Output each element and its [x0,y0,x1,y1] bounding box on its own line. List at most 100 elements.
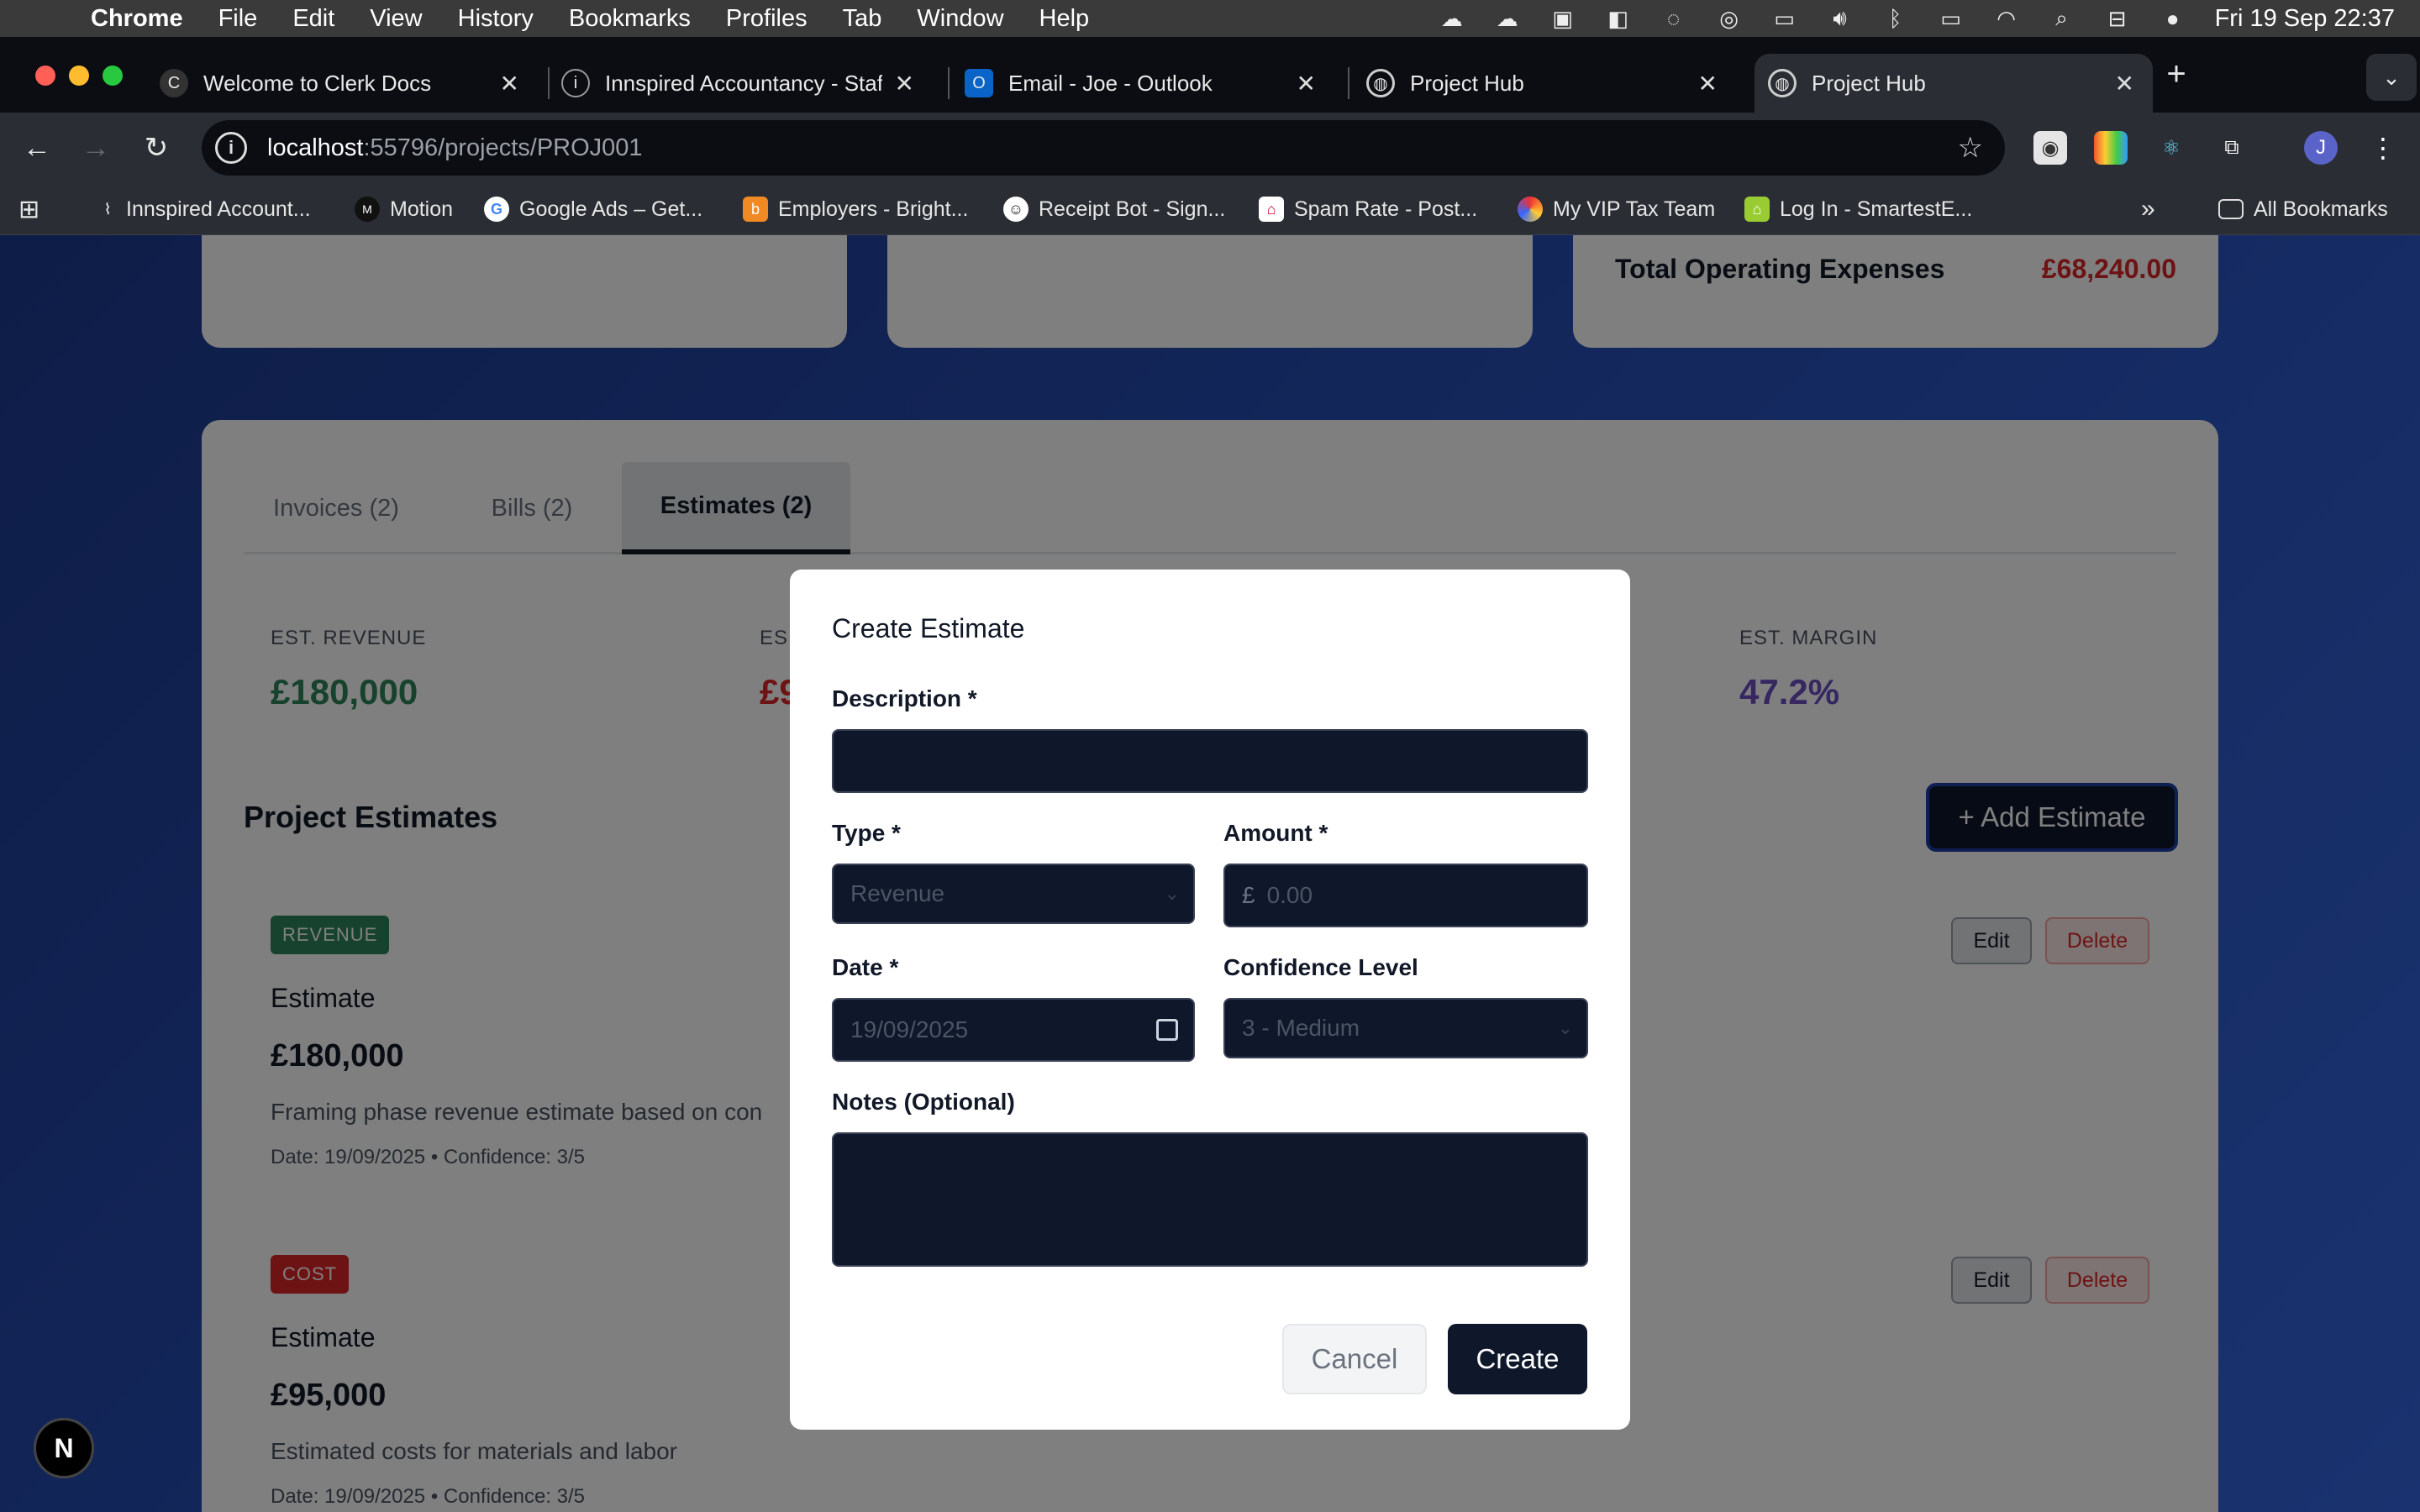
bookmark-label: Spam Rate - Post... [1294,197,1478,221]
cloud-icon[interactable]: ☁ [1439,6,1465,31]
bookmark-employers[interactable]: b Employers - Bright... [743,193,968,225]
currency-prefix: £ [1242,882,1255,908]
menu-tab[interactable]: Tab [843,5,882,33]
teams-icon[interactable]: ◧ [1605,6,1632,31]
menu-history[interactable]: History [458,5,534,33]
folder-icon [2218,199,2244,219]
menu-help[interactable]: Help [1039,5,1090,33]
cloud-alt-icon[interactable]: ☁ [1494,6,1521,31]
maximize-window-button[interactable] [103,66,123,86]
menu-edit[interactable]: Edit [292,5,334,33]
bookmark-receipt-bot[interactable]: ☺ Receipt Bot - Sign... [1003,193,1225,225]
more-bookmarks-icon[interactable]: » [2141,193,2155,225]
bluetooth-icon[interactable]: ᛒ [1882,6,1909,31]
react-devtools-icon[interactable]: ⚛ [2154,131,2188,165]
date-input[interactable]: 19/09/2025 [832,998,1195,1062]
profile-avatar[interactable]: J [2304,131,2338,165]
google-icon: G [484,197,509,222]
cancel-button[interactable]: Cancel [1282,1324,1427,1394]
create-estimate-modal: Create Estimate Description * Type * Rev… [790,570,1630,1430]
tab-outlook[interactable]: O Email - Joe - Outlook ✕ [965,54,1334,113]
close-tab-icon[interactable]: ✕ [2115,70,2134,97]
tab-title: Email - Joe - Outlook [1008,70,1213,96]
menu-clock[interactable]: Fri 19 Sep 22:37 [2215,5,2395,33]
tab-innspired[interactable]: i Innspired Accountancy - Staff ✕ [561,54,933,113]
confidence-select[interactable]: 3 - Medium ⌄ [1223,998,1588,1058]
url-path: :55796/projects/PROJ001 [363,134,643,161]
confidence-value: 3 - Medium [1242,1015,1360,1041]
amount-input[interactable]: £ 0.00 [1223,864,1588,927]
notes-textarea[interactable] [832,1132,1588,1267]
tab-divider [548,67,550,99]
extension-icon-2[interactable] [2094,131,2128,165]
close-tab-icon[interactable]: ✕ [500,70,519,97]
type-select[interactable]: Revenue ⌄ [832,864,1195,924]
loader-icon[interactable]: ◌ [1660,6,1687,31]
menu-window[interactable]: Window [917,5,1003,33]
bed-icon[interactable]: ▭ [1771,6,1798,31]
close-tab-icon[interactable]: ✕ [895,70,914,97]
office-icon[interactable]: ▣ [1549,6,1576,31]
all-bookmarks[interactable]: All Bookmarks [2218,193,2388,225]
bookmark-google-ads[interactable]: G Google Ads – Get... [484,193,702,225]
all-bookmarks-label: All Bookmarks [2254,197,2388,221]
address-url[interactable]: localhost:55796/projects/PROJ001 [267,134,643,162]
minimize-window-button[interactable] [69,66,89,86]
bookmark-spam-rate[interactable]: ⌂ Spam Rate - Post... [1259,193,1477,225]
smartest-icon: ⌂ [1744,197,1770,222]
notes-label: Notes (Optional) [832,1089,1015,1115]
nextjs-dev-indicator[interactable]: N [34,1418,94,1478]
tab-project-hub[interactable]: ◍ Project Hub ✕ [1366,54,1736,113]
amount-placeholder: 0.00 [1266,882,1313,908]
menu-view[interactable]: View [370,5,422,33]
close-window-button[interactable] [35,66,55,86]
battery-icon[interactable]: ▭ [1938,6,1965,31]
bookmark-star-icon[interactable]: ☆ [1958,131,1983,165]
extensions-puzzle-icon[interactable]: ⧉ [2215,131,2249,165]
extension-icon-1[interactable]: ◉ [2033,131,2067,165]
menu-app-name[interactable]: Chrome [91,5,183,33]
type-label: Type * [832,820,901,846]
bookmark-label: Receipt Bot - Sign... [1039,197,1226,221]
macos-menu-bar: Chrome File Edit View History Bookmarks … [0,0,2420,37]
more-menu-icon[interactable]: ⋮ [2366,131,2400,165]
site-info-icon[interactable]: i [215,132,247,164]
tab-title: Innspired Accountancy - Staff [605,70,882,96]
browser-tab-strip: C Welcome to Clerk Docs ✕ i Innspired Ac… [0,37,2420,113]
menu-file[interactable]: File [218,5,258,33]
modal-title: Create Estimate [832,613,1025,643]
apps-grid-icon[interactable]: ⊞ [18,193,39,225]
bookmark-smartest[interactable]: ⌂ Log In - SmartestE... [1744,193,1972,225]
forward-button[interactable]: → [76,128,116,168]
confidence-label: Confidence Level [1223,954,1418,980]
control-center-icon[interactable]: ⊟ [2104,6,2131,31]
creative-cloud-icon[interactable]: ◎ [1716,6,1743,31]
bookmark-label: Log In - SmartestE... [1780,197,1973,221]
bookmark-innspired[interactable]: ⌇ Innspired Account... [99,193,311,225]
tab-divider [1348,67,1349,99]
address-bar[interactable]: i localhost:55796/projects/PROJ001 ☆ [202,120,2005,176]
create-button[interactable]: Create [1448,1324,1587,1394]
description-label: Description * [832,685,977,711]
menu-profiles[interactable]: Profiles [726,5,808,33]
back-button[interactable]: ← [17,128,57,168]
tab-search-button[interactable]: ⌄ [2366,54,2417,101]
reload-button[interactable]: ↻ [136,128,176,168]
close-tab-icon[interactable]: ✕ [1297,70,1316,97]
bookmark-motion[interactable]: M Motion [355,193,453,225]
new-tab-button[interactable]: + [2156,54,2196,94]
description-input[interactable] [832,729,1588,793]
close-tab-icon[interactable]: ✕ [1698,70,1718,97]
tab-clerk-docs[interactable]: C Welcome to Clerk Docs ✕ [160,54,538,113]
siri-icon[interactable]: ● [2160,6,2186,31]
tab-project-hub-active[interactable]: ◍ Project Hub ✕ [1754,54,2153,113]
calendar-icon[interactable] [1156,1019,1178,1041]
menu-bookmarks[interactable]: Bookmarks [569,5,691,33]
wifi-icon[interactable]: ◠ [1993,6,2020,31]
search-icon[interactable]: ⌕ [2049,5,2075,30]
url-host: localhost [267,134,364,161]
volume-icon[interactable]: 🔊︎ [1827,5,1854,30]
vip-tax-icon [1518,197,1543,222]
bookmark-vip-tax[interactable]: My VIP Tax Team [1518,193,1715,225]
receipt-bot-icon: ☺ [1003,197,1028,222]
